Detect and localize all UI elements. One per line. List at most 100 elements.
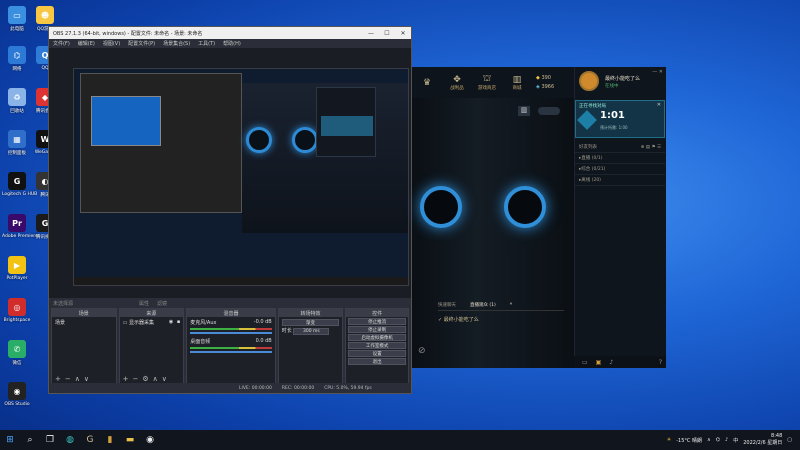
mixer-dock: 混音器 麦克风/Aux -0.0 dB 桌面音频 0.0 dB bbox=[186, 308, 276, 384]
chart-icon[interactable]: ▥ bbox=[518, 106, 530, 116]
friend-group[interactable]: ▸ 离线 (20) bbox=[575, 175, 665, 186]
toggle-switch[interactable] bbox=[538, 107, 560, 115]
game-tab-mall[interactable]: ▥ 商城 bbox=[502, 75, 532, 91]
avatar[interactable] bbox=[579, 71, 599, 91]
stop-recording-button[interactable]: 停止录制 bbox=[348, 326, 406, 333]
weather-icon[interactable]: ☀ bbox=[667, 437, 671, 443]
add-friend-icon[interactable]: ⊕ ▤ ⚑ ☰ bbox=[641, 145, 665, 150]
desktop-icon-logitech[interactable]: G Logitech G HUB bbox=[2, 172, 37, 197]
start-icon[interactable]: ⊞ bbox=[0, 430, 20, 450]
folder-icon[interactable]: ▬ bbox=[120, 430, 140, 450]
up-icon[interactable]: ∧ bbox=[153, 375, 158, 383]
eye-icon[interactable]: ◉ bbox=[169, 319, 173, 325]
minimize-icon[interactable]: — bbox=[363, 30, 379, 37]
network-tray-icon[interactable]: ⌬ bbox=[716, 437, 720, 443]
virtual-camera-button[interactable]: 启动虚拟摄像机 bbox=[348, 334, 406, 341]
close-icon[interactable]: ✕ bbox=[659, 69, 663, 75]
game-client-window[interactable]: ♛ ✥ 战利品 ⛫ 游戏商店 ▥ 商城 ◆ 390 ◈ 3966 ▥ 快速聊天 直播观… bbox=[412, 67, 666, 368]
settings-button[interactable]: 设置 bbox=[348, 350, 406, 357]
obs-taskbar-icon[interactable]: ◉ bbox=[140, 430, 160, 450]
minimize-icon[interactable]: — bbox=[652, 69, 659, 75]
game-client-icon[interactable]: G bbox=[80, 430, 100, 450]
properties-button[interactable]: 属性 bbox=[139, 300, 149, 307]
lock-icon[interactable]: ▪ bbox=[177, 319, 180, 325]
menu-help[interactable]: 帮助(H) bbox=[223, 40, 241, 47]
desktop-icon-potplayer[interactable]: ▶ PotPlayer bbox=[2, 256, 32, 281]
add-icon[interactable]: + bbox=[123, 375, 129, 383]
stop-streaming-button[interactable]: 停止推流 bbox=[348, 318, 406, 325]
weather-text[interactable]: -15°C 晴朗 bbox=[676, 437, 702, 444]
transition-select[interactable]: 渐变 bbox=[281, 319, 340, 326]
mic-icon[interactable]: ♪ bbox=[609, 359, 613, 366]
queue-label: 正在寻找对局 bbox=[579, 104, 606, 109]
game-tab-store[interactable]: ⛫ 游戏商店 bbox=[472, 74, 502, 91]
down-icon[interactable]: ∨ bbox=[84, 375, 89, 383]
scenes-dock-title: 场景 bbox=[52, 309, 116, 317]
game-tab-home[interactable]: ♛ bbox=[412, 78, 442, 88]
desktop-icon-obs[interactable]: ◉ OBS Studio bbox=[2, 382, 32, 407]
menu-view[interactable]: 视图(V) bbox=[103, 40, 120, 47]
no-entry-icon[interactable]: ⊘ bbox=[418, 346, 426, 356]
source-item[interactable]: ▭ 显示器采集 ◉ ▪ bbox=[123, 319, 181, 326]
wegame-taskbar-icon[interactable]: ▮ bbox=[100, 430, 120, 450]
mic-volume-slider[interactable] bbox=[190, 332, 272, 334]
remove-icon[interactable]: − bbox=[65, 375, 71, 383]
notification-icon[interactable]: ▢ bbox=[787, 437, 792, 443]
desktop-icon-wechat[interactable]: ✆ 微信 bbox=[2, 340, 32, 366]
source-toolbar: 未选择源 属性 滤镜 bbox=[49, 298, 411, 308]
menu-scene-collection[interactable]: 场景集合(S) bbox=[163, 40, 190, 47]
desktop-icon-recycle-bin[interactable]: ♻ 回收站 bbox=[2, 88, 32, 114]
maximize-icon[interactable]: ☐ bbox=[379, 30, 395, 37]
mission-icon[interactable]: ▣ bbox=[596, 359, 602, 366]
task-view-icon[interactable]: ❐ bbox=[40, 430, 60, 450]
menu-edit[interactable]: 编辑(E) bbox=[78, 40, 95, 47]
chat-icon[interactable]: ▭ bbox=[582, 359, 588, 366]
friend-group[interactable]: ▸ 直播 (0/1) bbox=[575, 153, 665, 164]
desktop-icon-premiere[interactable]: Pr Adobe Premiere bbox=[2, 214, 38, 239]
up-icon[interactable]: ∧ bbox=[75, 375, 80, 383]
menu-file[interactable]: 文件(F) bbox=[53, 40, 70, 47]
rec-status: REC: 00:00:00 bbox=[281, 385, 315, 391]
filters-button[interactable]: 滤镜 bbox=[157, 300, 167, 307]
edge-icon[interactable]: ◍ bbox=[60, 430, 80, 450]
chat-tab-viewers[interactable]: 直播观众 (1) bbox=[470, 302, 496, 308]
game-side-panel: 最终小能吃了么 在线中 — ✕ 正在寻找对局 ✕ 1:01 预计所需: 1:00… bbox=[574, 67, 666, 368]
desktop-volume-slider[interactable] bbox=[190, 351, 272, 353]
desktop-icon-control-panel[interactable]: ▦ 控制面板 bbox=[2, 130, 32, 156]
no-source-selected: 未选择源 bbox=[53, 300, 74, 307]
friend-group[interactable]: ▸ 综合 (0/21) bbox=[575, 164, 665, 175]
help-icon[interactable]: ? bbox=[659, 359, 666, 366]
game-main-area: ▥ 快速聊天 直播观众 (1) ▾ ✓ 最终小能吃了么 ⊘ bbox=[412, 98, 574, 368]
remove-icon[interactable]: − bbox=[133, 375, 139, 383]
menu-tools[interactable]: 工具(T) bbox=[198, 40, 215, 47]
studio-mode-button[interactable]: 工作室模式 bbox=[348, 342, 406, 349]
chevron-down-icon[interactable]: ▾ bbox=[510, 302, 512, 308]
queue-close-icon[interactable]: ✕ bbox=[657, 102, 661, 108]
preview-game-panel bbox=[316, 87, 376, 157]
tray-chevron-icon[interactable]: ∧ bbox=[707, 437, 711, 443]
preview-taskbar bbox=[74, 277, 408, 285]
obs-window-title: OBS 27.1.3 (64-bit, windows) - 配置文件: 未命名… bbox=[53, 30, 203, 37]
mixer-dock-title: 混音器 bbox=[187, 309, 275, 317]
game-tab-loot[interactable]: ✥ 战利品 bbox=[442, 75, 472, 91]
down-icon[interactable]: ∨ bbox=[162, 375, 167, 383]
search-icon[interactable]: ⌕ bbox=[20, 430, 40, 450]
exit-button[interactable]: 退出 bbox=[348, 358, 406, 365]
desktop-icon-brightspace[interactable]: ◎ Brightspace bbox=[2, 298, 32, 323]
desktop-icon-network[interactable]: ⌬ 网络 bbox=[2, 46, 32, 72]
clock[interactable]: 8:48 2022/2/6 星期日 bbox=[743, 433, 782, 447]
duration-input[interactable]: 300 ms bbox=[293, 328, 330, 335]
volume-icon[interactable]: ♪ bbox=[725, 437, 728, 443]
close-icon[interactable]: ✕ bbox=[395, 30, 411, 37]
gear-icon[interactable]: ⚙ bbox=[142, 375, 148, 383]
scenes-dock: 场景 场景 + − ∧ ∨ bbox=[51, 308, 117, 384]
obs-preview[interactable] bbox=[49, 48, 411, 298]
desktop-icon-this-pc[interactable]: ▭ 此电脑 bbox=[2, 6, 32, 32]
chat-tab-quick[interactable]: 快速聊天 bbox=[438, 302, 456, 308]
ime-icon[interactable]: 中 bbox=[733, 437, 738, 444]
add-icon[interactable]: + bbox=[55, 375, 61, 383]
menu-profile[interactable]: 配置文件(P) bbox=[128, 40, 155, 47]
obs-title-bar[interactable]: OBS 27.1.3 (64-bit, windows) - 配置文件: 未命名… bbox=[49, 27, 411, 39]
scene-item[interactable]: 场景 bbox=[55, 319, 113, 326]
obs-window[interactable]: OBS 27.1.3 (64-bit, windows) - 配置文件: 未命名… bbox=[48, 26, 412, 394]
